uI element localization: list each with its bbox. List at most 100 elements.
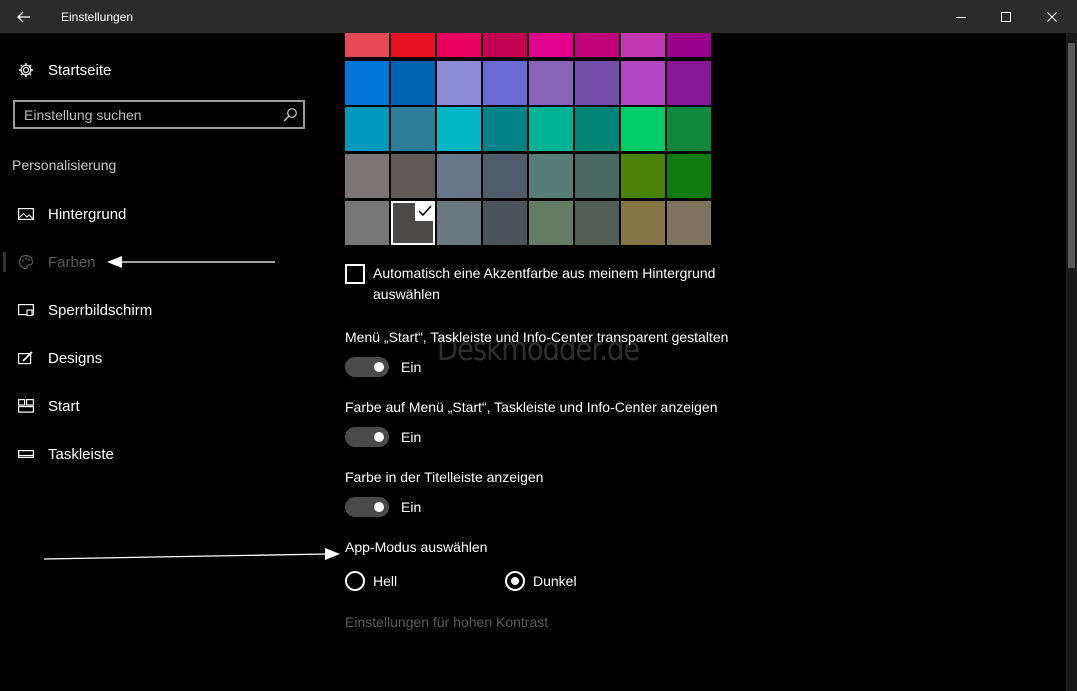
accent-color-grid [345, 33, 713, 247]
title-bar: Einstellungen [0, 0, 1077, 33]
sidebar-item-label: Sperrbildschirm [48, 301, 153, 319]
color-swatch[interactable] [667, 201, 711, 245]
search-input[interactable] [24, 106, 274, 124]
app-mode-label: App-Modus auswählen [345, 539, 488, 555]
minimize-icon [956, 16, 966, 18]
minimize-button[interactable] [938, 0, 984, 33]
sidebar-item-label: Designs [48, 349, 103, 367]
sidebar-item-label: Farben [48, 253, 96, 271]
radio-hell[interactable] [345, 571, 365, 591]
annotation-arrow-app-mode [43, 548, 340, 560]
sidebar-item-start[interactable]: Start [0, 386, 320, 426]
sidebar-home[interactable]: Startseite [0, 50, 320, 90]
color-on-start-state: Ein [401, 429, 422, 445]
maximize-icon [1001, 11, 1011, 22]
color-swatch[interactable] [529, 107, 573, 151]
sidebar-item-taskleiste[interactable]: Taskleiste [0, 434, 320, 474]
sidebar-item-label: Start [48, 397, 80, 415]
color-swatch[interactable] [345, 33, 389, 57]
scrollbar-thumb[interactable] [1068, 43, 1075, 268]
color-swatch[interactable] [575, 33, 619, 57]
auto-accent-checkbox[interactable] [345, 264, 365, 284]
color-swatch[interactable] [621, 107, 665, 151]
color-on-start-label: Farbe auf Menü „Start“, Taskleiste und I… [345, 399, 718, 415]
section-title: Personalisierung [12, 157, 117, 173]
close-button[interactable] [1029, 0, 1075, 33]
color-on-start-toggle[interactable] [345, 427, 389, 447]
color-swatch[interactable] [621, 61, 665, 105]
color-swatch[interactable] [483, 154, 527, 198]
color-swatch[interactable] [391, 201, 435, 245]
toggle-knob [374, 502, 384, 512]
color-swatch[interactable] [437, 201, 481, 245]
radio-hell-label: Hell [373, 573, 398, 589]
color-swatch[interactable] [529, 154, 573, 198]
auto-accent-label: Automatisch eine Akzentfarbe aus meinem … [373, 265, 716, 302]
color-swatch[interactable] [575, 201, 619, 245]
palette-icon [16, 254, 36, 270]
color-swatch[interactable] [391, 154, 435, 198]
sidebar-item-sperrbildschirm[interactable]: Sperrbildschirm [0, 290, 320, 330]
transparency-toggle[interactable] [345, 357, 389, 377]
color-swatch[interactable] [667, 107, 711, 151]
sidebar-item-designs[interactable]: Designs [0, 338, 320, 378]
gear-icon [16, 62, 36, 78]
start-icon [16, 399, 36, 413]
sidebar-item-label: Hintergrund [48, 205, 127, 223]
color-swatch[interactable] [483, 33, 527, 57]
color-swatch[interactable] [345, 154, 389, 198]
watermark: Deskmodder.de [437, 330, 640, 368]
color-swatch[interactable] [575, 61, 619, 105]
radio-dunkel[interactable] [505, 571, 525, 591]
image-icon [16, 207, 36, 221]
color-swatch[interactable] [437, 154, 481, 198]
back-arrow-icon [17, 11, 30, 22]
toggle-knob [374, 432, 384, 442]
color-swatch[interactable] [621, 154, 665, 198]
lockscreen-icon [16, 303, 36, 317]
high-contrast-link[interactable]: Einstellungen für hohen Kontrast [345, 614, 548, 630]
color-swatch[interactable] [529, 33, 573, 57]
titlebar-color-toggle[interactable] [345, 497, 389, 517]
maximize-button[interactable] [983, 0, 1029, 33]
search-box[interactable] [13, 100, 305, 129]
checkmark-icon [415, 201, 435, 221]
color-swatch[interactable] [391, 33, 435, 57]
color-swatch[interactable] [667, 33, 711, 57]
sidebar-item-label: Taskleiste [48, 445, 114, 463]
sidebar-home-label: Startseite [48, 61, 112, 79]
color-swatch[interactable] [667, 154, 711, 198]
color-swatch[interactable] [391, 61, 435, 105]
color-swatch[interactable] [621, 33, 665, 57]
color-swatch[interactable] [621, 201, 665, 245]
color-swatch[interactable] [345, 61, 389, 105]
titlebar-color-label: Farbe in der Titelleiste anzeigen [345, 469, 544, 485]
color-swatch[interactable] [575, 107, 619, 151]
window-title: Einstellungen [61, 10, 134, 24]
annotation-arrow-farben [107, 256, 275, 268]
scrollbar[interactable] [1066, 33, 1077, 691]
back-button[interactable] [0, 0, 48, 33]
color-swatch[interactable] [437, 33, 481, 57]
color-swatch[interactable] [575, 154, 619, 198]
transparency-state: Ein [401, 359, 422, 375]
color-swatch[interactable] [667, 61, 711, 105]
close-icon [1047, 11, 1057, 22]
toggle-knob [374, 362, 384, 372]
taskbar-icon [16, 448, 36, 460]
sidebar-item-hintergrund[interactable]: Hintergrund [0, 194, 320, 234]
color-swatch[interactable] [483, 201, 527, 245]
designs-icon [16, 351, 36, 365]
color-swatch[interactable] [437, 107, 481, 151]
radio-dunkel-label: Dunkel [533, 573, 577, 589]
search-icon[interactable] [282, 107, 298, 123]
color-swatch[interactable] [483, 107, 527, 151]
radio-selected-dot [511, 577, 519, 585]
color-swatch[interactable] [437, 61, 481, 105]
color-swatch[interactable] [483, 61, 527, 105]
color-swatch[interactable] [529, 201, 573, 245]
color-swatch[interactable] [391, 107, 435, 151]
color-swatch[interactable] [345, 107, 389, 151]
color-swatch[interactable] [529, 61, 573, 105]
color-swatch[interactable] [345, 201, 389, 245]
